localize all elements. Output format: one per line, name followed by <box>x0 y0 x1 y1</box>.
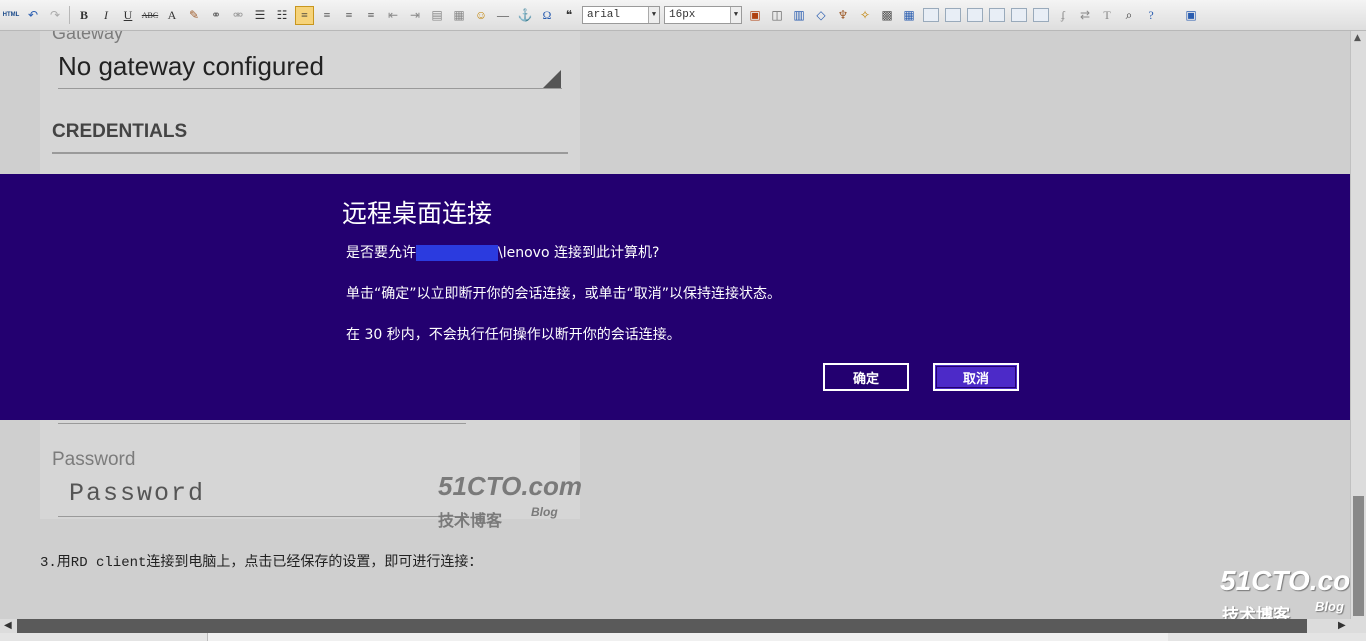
search-replace-icon[interactable]: ⇄ <box>1076 6 1094 24</box>
dialog-line1-prefix: 是否要允许 <box>346 245 416 261</box>
underline-button[interactable]: U <box>119 6 137 24</box>
font-family-value: arial <box>587 9 621 21</box>
username-underline <box>58 423 466 424</box>
strikethrough-button[interactable]: ABC <box>141 6 159 24</box>
dialog-message-line1: 是否要允许 \lenovo 连接到此计算机? <box>346 242 659 262</box>
password-underline <box>58 516 466 517</box>
footer-panel-left <box>207 633 1168 641</box>
paragraph-icon[interactable]: ▦ <box>450 6 468 24</box>
password-input[interactable]: Password <box>69 479 205 508</box>
binoculars-icon[interactable]: ⌕ <box>1120 6 1138 24</box>
font-color-button[interactable]: A <box>163 6 181 24</box>
align-left-icon[interactable]: ≡ <box>295 5 314 25</box>
format-brush-icon[interactable]: ♆ <box>834 6 852 24</box>
indent-icon[interactable]: ⇥ <box>406 6 424 24</box>
dialog-line1-suffix: \lenovo 连接到此计算机? <box>498 245 660 261</box>
unlink-icon[interactable]: ⚮ <box>229 6 247 24</box>
italic-button[interactable]: I <box>97 6 115 24</box>
align-center-icon[interactable]: ≡ <box>318 6 336 24</box>
password-label: Password <box>52 449 136 470</box>
gateway-label: Gateway <box>52 31 124 43</box>
watermark-blog: Blog <box>531 505 558 519</box>
magic-wand-icon[interactable]: ✧ <box>856 6 874 24</box>
scroll-right-arrow-icon[interactable]: ▶ <box>1338 620 1346 631</box>
watermark-site: 51CTO.com <box>438 471 583 501</box>
gateway-underline <box>58 88 562 89</box>
vertical-scroll-thumb[interactable] <box>1353 496 1364 616</box>
horizontal-rule-icon[interactable]: — <box>494 6 512 24</box>
highlight-color-icon[interactable]: ✎ <box>185 6 203 24</box>
table-delete-row-icon[interactable] <box>967 8 983 22</box>
anchor-icon[interactable]: ⚓ <box>516 6 534 24</box>
table-delete-col-icon[interactable] <box>989 8 1005 22</box>
paste-icon[interactable]: ▩ <box>878 6 896 24</box>
chevron-down-icon: ▼ <box>648 7 659 23</box>
font-size-select[interactable]: 16px ▼ <box>664 6 742 24</box>
dropdown-corner-icon <box>543 70 561 88</box>
font-family-select[interactable]: arial ▼ <box>582 6 660 24</box>
credentials-divider <box>52 152 568 154</box>
rd-credentials-card: Password Password <box>40 419 580 519</box>
watermark-sub: 技术博客 <box>438 513 503 530</box>
outdent-icon[interactable]: ⇤ <box>384 6 402 24</box>
special-char-button[interactable]: Ω <box>538 6 556 24</box>
emoticon-icon[interactable]: ☺ <box>472 6 490 24</box>
video-icon[interactable]: ▥ <box>790 6 808 24</box>
redacted-username <box>416 245 498 261</box>
article-step-3: 3.用RD client连接到电脑上，点击已经保存的设置，即可进行连接： <box>40 555 483 571</box>
help-icon[interactable]: ? <box>1142 6 1160 24</box>
blockquote-icon[interactable]: ▤ <box>428 6 446 24</box>
toolbar-separator <box>69 6 70 24</box>
scroll-up-arrow-icon[interactable]: ▲ <box>1354 33 1361 43</box>
credentials-heading: CREDENTIALS <box>52 121 188 142</box>
bullet-list-icon[interactable]: ☰ <box>251 6 269 24</box>
table-icon[interactable]: ▦ <box>900 6 918 24</box>
align-right-icon[interactable]: ≡ <box>340 6 358 24</box>
horizontal-scroll-thumb[interactable] <box>17 619 1307 633</box>
watermark-blog-corner: Blog <box>1315 599 1344 614</box>
watermark-sub-corner: 技术博客 <box>1222 606 1290 619</box>
gateway-select[interactable]: No gateway configured <box>58 51 324 82</box>
numbered-list-icon[interactable]: ☷ <box>273 6 291 24</box>
dialog-message-line3: 在 30 秒内，不会执行任何操作以断开你的会话连接。 <box>346 327 681 343</box>
formula-icon[interactable]: ʄ <box>1054 6 1072 24</box>
clear-format-icon[interactable]: T <box>1098 6 1116 24</box>
flash-icon[interactable]: ◫ <box>768 6 786 24</box>
bold-button[interactable]: B <box>75 6 93 24</box>
horizontal-scrollbar[interactable]: ◀ ▶ <box>0 619 1366 641</box>
remote-desktop-dialog: 远程桌面连接 是否要允许 \lenovo 连接到此计算机? 单击“确定”以立即断开… <box>342 194 1032 391</box>
table-split-icon[interactable] <box>1033 8 1049 22</box>
chevron-down-icon: ▼ <box>730 7 741 23</box>
fullscreen-icon[interactable]: ▣ <box>1182 6 1200 24</box>
font-size-value: 16px <box>669 9 696 21</box>
watermark-site-corner: 51CTO.com <box>1220 565 1350 596</box>
align-justify-icon[interactable]: ≡ <box>362 6 380 24</box>
vertical-scrollbar[interactable]: ▲ <box>1350 31 1366 619</box>
ok-button[interactable]: 确定 <box>823 363 909 391</box>
dialog-title: 远程桌面连接 <box>342 199 493 228</box>
undo-icon[interactable]: ↶ <box>24 6 42 24</box>
quote-button[interactable]: ❝ <box>560 6 578 24</box>
dialog-message-line2: 单击“确定”以立即断开你的会话连接，或单击“取消”以保持连接状态。 <box>346 286 782 302</box>
editor-toolbar: HTML ↶ ↷ B I U ABC A ✎ ⚭ ⚮ ☰ ☷ ≡ ≡ ≡ ≡ ⇤… <box>0 0 1366 31</box>
eraser-icon[interactable]: ◇ <box>812 6 830 24</box>
remote-desktop-dialog-overlay: 远程桌面连接 是否要允许 \lenovo 连接到此计算机? 单击“确定”以立即断开… <box>0 174 1366 420</box>
rd-settings-card: Gateway No gateway configured CREDENTIAL… <box>40 31 580 181</box>
table-insert-row-icon[interactable] <box>923 8 939 22</box>
cancel-button[interactable]: 取消 <box>933 363 1019 391</box>
redo-icon[interactable]: ↷ <box>46 6 64 24</box>
table-merge-icon[interactable] <box>1011 8 1027 22</box>
table-insert-col-icon[interactable] <box>945 8 961 22</box>
image-icon[interactable]: ▣ <box>746 6 764 24</box>
scroll-left-arrow-icon[interactable]: ◀ <box>4 620 12 631</box>
link-icon[interactable]: ⚭ <box>207 6 225 24</box>
html-source-button[interactable]: HTML <box>2 6 20 24</box>
